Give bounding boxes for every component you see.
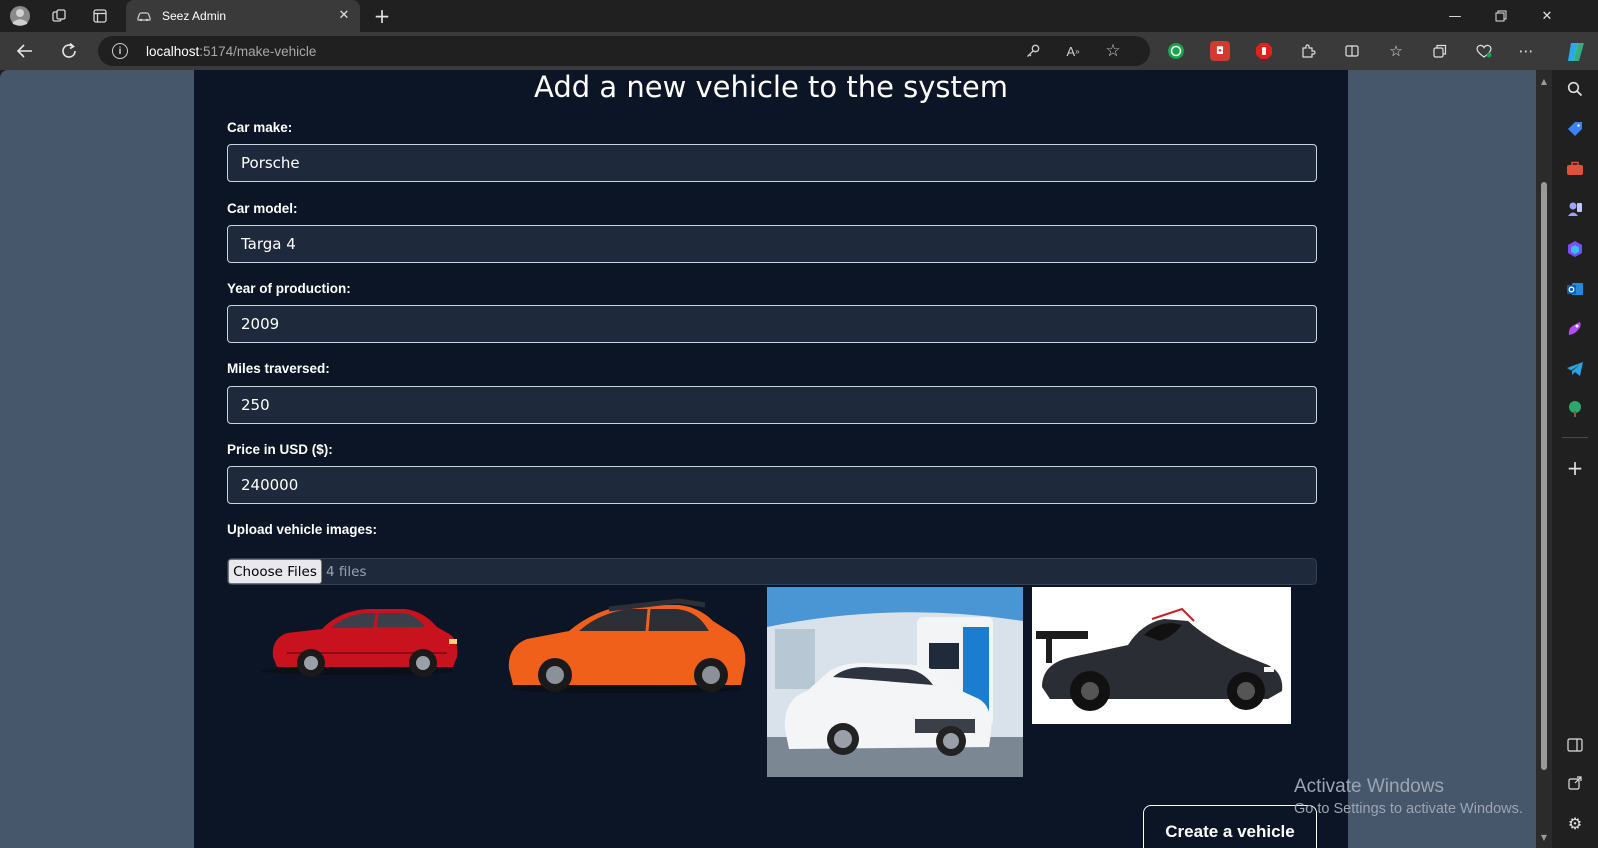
add-sidebar-icon[interactable]: +: [1564, 456, 1586, 480]
restore-icon[interactable]: [1478, 4, 1524, 28]
year-label: Year of production:: [227, 281, 351, 296]
price-label: Price in USD ($):: [227, 442, 333, 457]
vehicle-image-red-hatchback: [227, 587, 485, 687]
close-window-icon[interactable]: ✕: [1524, 4, 1570, 28]
upload-label: Upload vehicle images:: [227, 522, 378, 537]
copilot-app-icon[interactable]: [1564, 238, 1586, 260]
telegram-icon[interactable]: [1564, 358, 1586, 380]
miles-label: Miles traversed:: [227, 361, 330, 376]
year-input[interactable]: [227, 305, 1317, 343]
new-tab-icon[interactable]: +: [370, 4, 394, 28]
vehicle-image-orange-hatchback: [499, 587, 755, 699]
profile-icon[interactable]: [9, 5, 31, 27]
page-title: Add a new vehicle to the system: [534, 70, 1008, 104]
windows-activation-watermark: Activate Windows Go to Settings to activ…: [1294, 776, 1523, 817]
sidebar-panel-icon[interactable]: [1564, 734, 1586, 756]
browser-health-icon[interactable]: [1474, 41, 1494, 61]
designer-icon[interactable]: [1564, 318, 1586, 340]
price-input[interactable]: [227, 466, 1317, 504]
car-make-label: Car make:: [227, 120, 293, 135]
create-vehicle-button[interactable]: Create a vehicle: [1143, 805, 1317, 848]
collections-icon[interactable]: [1430, 41, 1450, 61]
close-tab-icon[interactable]: ✕: [336, 7, 352, 23]
split-screen-icon[interactable]: [1342, 41, 1362, 61]
copilot-icon[interactable]: [1564, 40, 1588, 64]
vehicle-image-white-sedan: [767, 587, 1023, 777]
page-scrollbar[interactable]: ▲ ▼: [1536, 70, 1552, 848]
address-bar[interactable]: i localhost:5174/make-vehicle A» ☆: [98, 36, 1150, 66]
extensions-puzzle-icon[interactable]: [1298, 41, 1318, 61]
refresh-icon[interactable]: [56, 39, 82, 63]
scroll-up-icon[interactable]: ▲: [1539, 76, 1549, 86]
scroll-down-icon[interactable]: ▼: [1539, 832, 1549, 842]
form-panel: Add a new vehicle to the system Car make…: [194, 70, 1348, 848]
page-viewport: Add a new vehicle to the system Car make…: [0, 70, 1536, 848]
more-options-icon[interactable]: ⋯: [1516, 41, 1536, 61]
green-extension-icon[interactable]: [1166, 41, 1186, 61]
workspaces-icon[interactable]: [48, 5, 70, 27]
scrollbar-thumb[interactable]: [1541, 182, 1547, 770]
outlook-icon[interactable]: [1564, 278, 1586, 300]
read-aloud-icon[interactable]: A»: [1063, 42, 1083, 60]
favorite-star-icon[interactable]: ☆: [1103, 41, 1123, 61]
browser-title-bar: Seez Admin ✕ + — ✕: [0, 0, 1598, 32]
car-favicon-icon: [136, 9, 152, 23]
file-count: 4 files: [326, 564, 367, 580]
file-upload-input[interactable]: Choose Files 4 files: [227, 558, 1317, 585]
vehicle-image-black-race-car: [1032, 587, 1291, 724]
car-make-input[interactable]: [227, 144, 1317, 182]
car-model-input[interactable]: [227, 225, 1317, 263]
browser-tab[interactable]: Seez Admin ✕: [126, 0, 360, 32]
sidebar-divider: [1562, 437, 1588, 438]
favorites-list-icon[interactable]: ☆: [1386, 41, 1406, 61]
watermark-title: Activate Windows: [1294, 776, 1444, 797]
shopping-tag-icon[interactable]: [1564, 118, 1586, 140]
back-arrow-icon[interactable]: [12, 39, 38, 63]
watermark-subtitle: Go to Settings to activate Windows.: [1294, 801, 1523, 817]
adblock-extension-icon[interactable]: [1254, 41, 1274, 61]
minimize-icon[interactable]: —: [1432, 4, 1478, 28]
browser-toolbar: i localhost:5174/make-vehicle A» ☆ ◘ ☆ ⋯: [0, 32, 1598, 70]
search-icon[interactable]: [1564, 78, 1586, 100]
tab-title: Seez Admin: [162, 9, 227, 23]
choose-files-button[interactable]: Choose Files: [228, 559, 322, 584]
miles-input[interactable]: [227, 386, 1317, 424]
edge-sidebar: + ⚙: [1552, 43, 1598, 848]
site-info-icon[interactable]: i: [112, 43, 128, 59]
red-extension-icon[interactable]: ◘: [1210, 41, 1230, 61]
password-key-icon[interactable]: [1023, 42, 1043, 60]
tree-extension-icon[interactable]: [1564, 398, 1586, 420]
games-icon[interactable]: [1564, 198, 1586, 220]
address-url[interactable]: localhost:5174/make-vehicle: [146, 44, 316, 59]
open-external-icon[interactable]: [1564, 772, 1586, 794]
tab-actions-icon[interactable]: [89, 5, 111, 27]
tools-briefcase-icon[interactable]: [1564, 158, 1586, 180]
car-model-label: Car model:: [227, 201, 298, 216]
settings-gear-icon[interactable]: ⚙: [1564, 812, 1586, 834]
